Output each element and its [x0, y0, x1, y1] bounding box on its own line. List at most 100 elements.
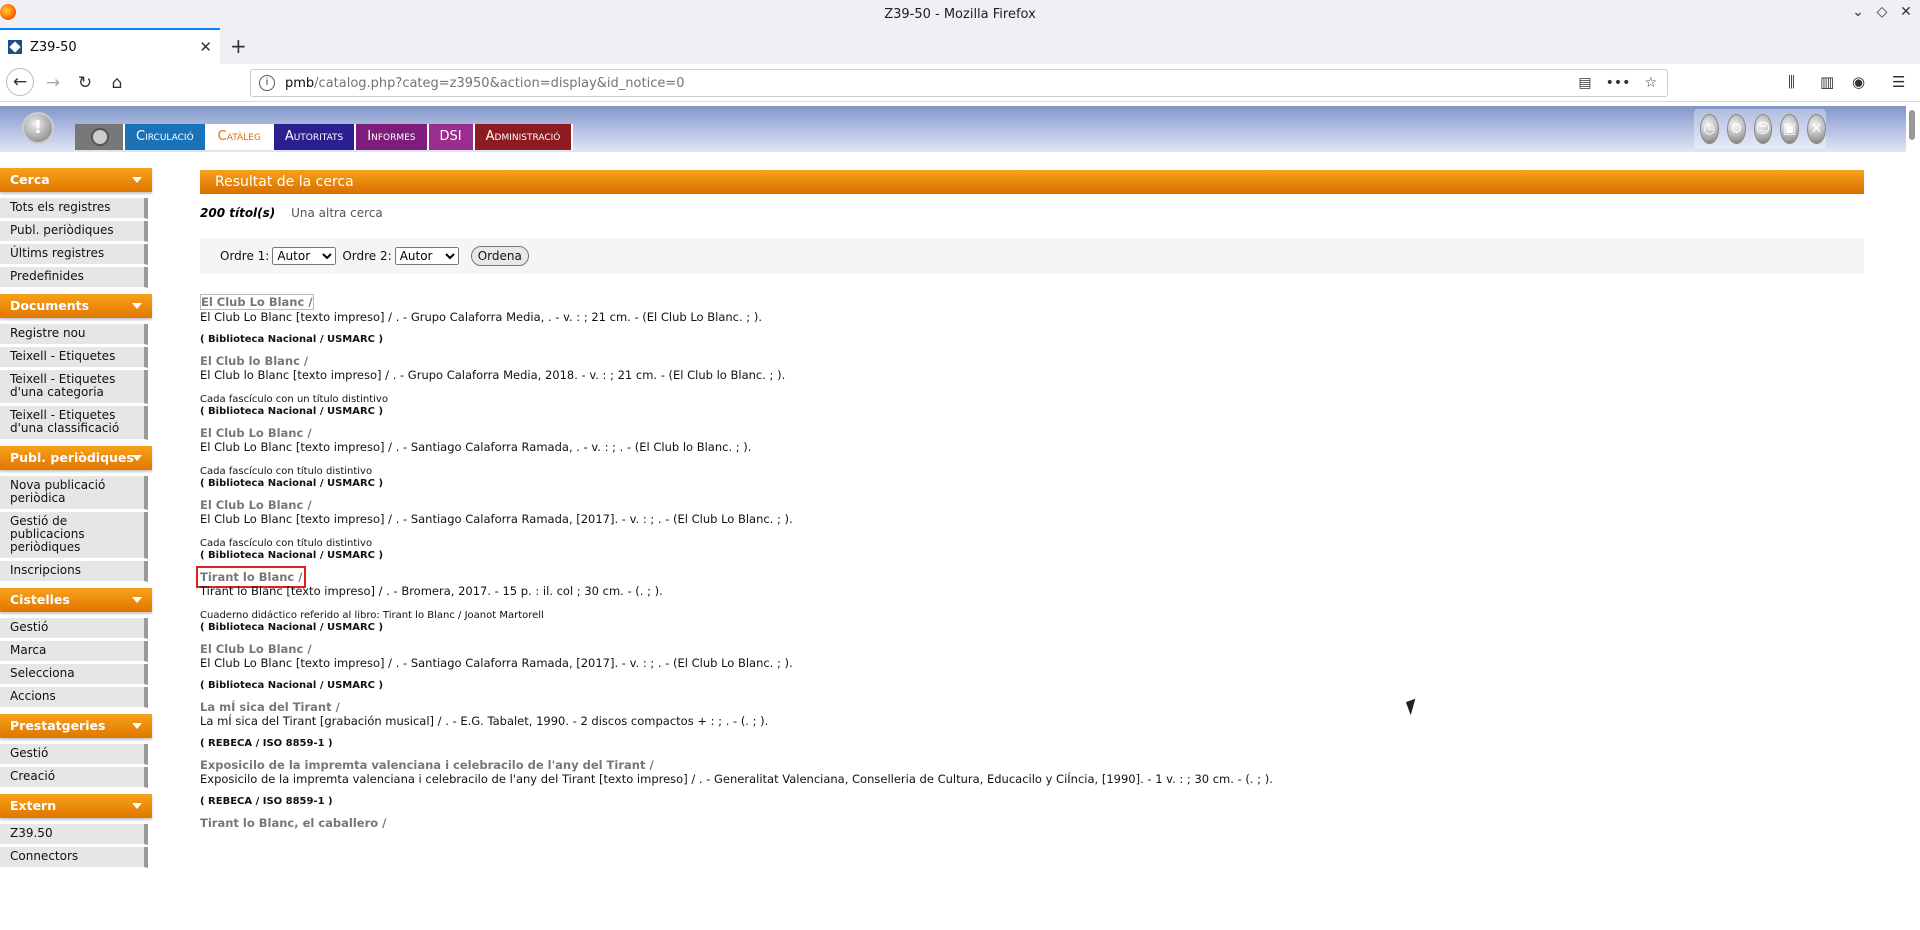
sidebar-item-predefinides[interactable]: Predefinides [0, 267, 148, 288]
list-item: La mÍ sica del Tirant / La mÍ sica del T… [200, 700, 1864, 750]
sidebar-item-teixell-classificacio[interactable]: Teixell - Etiquetes d'una classificació [0, 406, 148, 440]
main-content: Resultat de la cerca 200 títol(s) Una al… [195, 170, 1864, 838]
logout-icon[interactable]: ✕ [1807, 114, 1826, 144]
sidebar-item-cistelles-gestio[interactable]: Gestió [0, 618, 148, 639]
other-search-link[interactable]: Una altra cerca [291, 206, 383, 220]
sidebar-section-cistelles[interactable]: Cistelles [0, 588, 152, 612]
page-scrollbar[interactable] [1909, 110, 1915, 140]
pmb-favicon-icon [8, 40, 22, 54]
alert-icon[interactable]: ! [22, 112, 54, 144]
results-count-line: 200 títol(s) Una altra cerca [200, 206, 1864, 220]
user-icon[interactable]: ☺ [1753, 114, 1773, 144]
sidebar-item-gestio-publicacions[interactable]: Gestió de publicacions periòdiques [0, 512, 148, 559]
sort-button[interactable]: Ordena [470, 246, 529, 266]
record-title-link[interactable]: Tirant lo Blanc / [195, 566, 307, 588]
sidebar: Cerca Tots els registres Publ. periòdiqu… [0, 168, 152, 870]
sidebar-toggle-icon[interactable]: ▥ [1820, 73, 1834, 91]
sidebar-item-registre-nou[interactable]: Registre nou [0, 324, 148, 345]
sidebar-section-cerca[interactable]: Cerca [0, 168, 152, 192]
record-title-link[interactable]: Exposicilo de la impremta valenciana i c… [200, 758, 654, 772]
record-title-link[interactable]: El Club Lo Blanc / [200, 426, 312, 440]
home-icon[interactable]: ⌂ [104, 71, 130, 95]
window-titlebar: Z39-50 - Mozilla Firefox ⌄ ◇ ✕ [0, 0, 1920, 28]
tab-title: Z39-50 [30, 39, 77, 55]
account-icon[interactable]: ◉ [1852, 73, 1865, 91]
sidebar-item-selecciona[interactable]: Selecciona [0, 664, 148, 685]
list-item: El Club lo Blanc / El Club lo Blanc [tex… [200, 354, 1864, 418]
settings-icon[interactable]: ⚙ [1726, 114, 1746, 144]
record-title-link[interactable]: El Club Lo Blanc / [200, 294, 314, 310]
reader-view-icon[interactable]: ▤ [1578, 75, 1591, 91]
library-icon[interactable]: ⫼ [1788, 73, 1795, 91]
record-description: El Club Lo Blanc [texto impreso] / . - S… [200, 656, 793, 670]
record-title-link[interactable]: Tirant lo Blanc, el caballero / [200, 816, 386, 830]
url-bar[interactable]: i pmb/catalog.php?categ=z3950&action=dis… [250, 69, 1668, 97]
sidebar-item-marca[interactable]: Marca [0, 641, 148, 662]
save-icon[interactable]: ▣ [1780, 114, 1800, 144]
minimize-icon[interactable]: ⌄ [1848, 4, 1868, 20]
reload-icon[interactable]: ↻ [72, 71, 98, 95]
bookmark-star-icon[interactable]: ☆ [1644, 75, 1657, 91]
record-title-link[interactable]: La mÍ sica del Tirant / [200, 700, 340, 714]
back-arrow-icon[interactable]: ← [6, 68, 34, 96]
sidebar-section-prestatgeries[interactable]: Prestatgeries [0, 714, 152, 738]
sidebar-item-publ-periodiques[interactable]: Publ. periòdiques [0, 221, 148, 242]
header-tools: ◷ ⚙ ☺ ▣ ✕ [1694, 109, 1826, 149]
hamburger-menu-icon[interactable]: ☰ [1892, 73, 1905, 91]
new-tab-icon[interactable]: + [230, 34, 247, 58]
list-item: El Club Lo Blanc / El Club Lo Blanc [tex… [200, 642, 1864, 692]
close-tab-icon[interactable]: ✕ [199, 38, 212, 56]
sidebar-item-tots-els-registres[interactable]: Tots els registres [0, 198, 148, 219]
sidebar-item-accions[interactable]: Accions [0, 687, 148, 708]
sidebar-item-inscripcions[interactable]: Inscripcions [0, 561, 148, 582]
tab-bar: Z39-50 ✕ + [0, 28, 1920, 64]
menu-cataleg[interactable]: Catàleg [206, 124, 274, 150]
dashboard-icon [91, 128, 109, 146]
sidebar-item-creacio[interactable]: Creació [0, 767, 148, 788]
sidebar-item-prestatgeries-gestio[interactable]: Gestió [0, 744, 148, 765]
record-title-link[interactable]: El Club lo Blanc / [200, 354, 308, 368]
sidebar-item-teixell-etiquetes[interactable]: Teixell - Etiquetes [0, 347, 148, 368]
menu-dashboard[interactable] [75, 124, 125, 150]
record-description: El Club Lo Blanc [texto impreso] / . - G… [200, 310, 762, 324]
sidebar-item-z3950[interactable]: Z39.50 [0, 824, 148, 845]
site-info-icon[interactable]: i [259, 75, 275, 91]
sidebar-item-teixell-categoria[interactable]: Teixell - Etiquetes d'una categoria [0, 370, 148, 404]
history-icon[interactable]: ◷ [1700, 114, 1719, 144]
record-description: La mÍ sica del Tirant [grabación musical… [200, 714, 769, 728]
window-title: Z39-50 - Mozilla Firefox [884, 6, 1036, 22]
menu-dsi[interactable]: DSI [428, 124, 475, 150]
sidebar-item-nova-publicacio[interactable]: Nova publicació periòdica [0, 476, 148, 510]
sidebar-section-publ-periodiques[interactable]: Publ. periòdiques [0, 446, 152, 470]
navigation-bar: ← → ↻ ⌂ i pmb/catalog.php?categ=z3950&ac… [0, 64, 1920, 102]
menu-informes[interactable]: Informes [356, 124, 429, 150]
maximize-icon[interactable]: ◇ [1872, 4, 1892, 20]
sidebar-item-ultims-registres[interactable]: Últims registres [0, 244, 148, 265]
sidebar-section-documents[interactable]: Documents [0, 294, 152, 318]
list-item: Tirant lo Blanc / Tirant lo Blanc [texto… [195, 566, 1864, 634]
list-item: El Club Lo Blanc / El Club Lo Blanc [tex… [200, 294, 1864, 346]
sidebar-item-connectors[interactable]: Connectors [0, 847, 148, 868]
record-title-link[interactable]: El Club Lo Blanc / [200, 642, 312, 656]
list-item: Tirant lo Blanc, el caballero / [200, 816, 1864, 830]
menu-circulacio[interactable]: Circulació [125, 124, 207, 150]
record-source: ( Biblioteca Nacional / USMARC ) [200, 334, 384, 345]
record-description: El Club lo Blanc [texto impreso] / . - G… [200, 368, 786, 382]
list-item: El Club Lo Blanc / El Club Lo Blanc [tex… [200, 426, 1864, 490]
menu-autoritats[interactable]: Autoritats [273, 124, 357, 150]
record-description: El Club Lo Blanc [texto impreso] / . - S… [200, 512, 793, 526]
tab-z3950[interactable]: Z39-50 ✕ [0, 28, 220, 64]
record-description: El Club Lo Blanc [texto impreso] / . - S… [200, 440, 752, 454]
sidebar-section-extern[interactable]: Extern [0, 794, 152, 818]
record-source: ( Biblioteca Nacional / USMARC ) [200, 622, 384, 633]
record-note: Cada fascículo con un título distintivo [200, 394, 388, 405]
record-note: Cada fascículo con título distintivo [200, 466, 373, 477]
order1-select[interactable]: Autor [272, 247, 337, 265]
record-source: ( REBECA / ISO 8859-1 ) [200, 796, 333, 807]
menu-administracio[interactable]: Administració [474, 124, 574, 150]
record-title-link[interactable]: El Club Lo Blanc / [200, 498, 312, 512]
forward-arrow-icon[interactable]: → [40, 71, 66, 95]
close-window-icon[interactable]: ✕ [1896, 4, 1916, 20]
order2-select[interactable]: Autor [394, 247, 459, 265]
page-actions-icon[interactable]: ••• [1606, 75, 1631, 91]
